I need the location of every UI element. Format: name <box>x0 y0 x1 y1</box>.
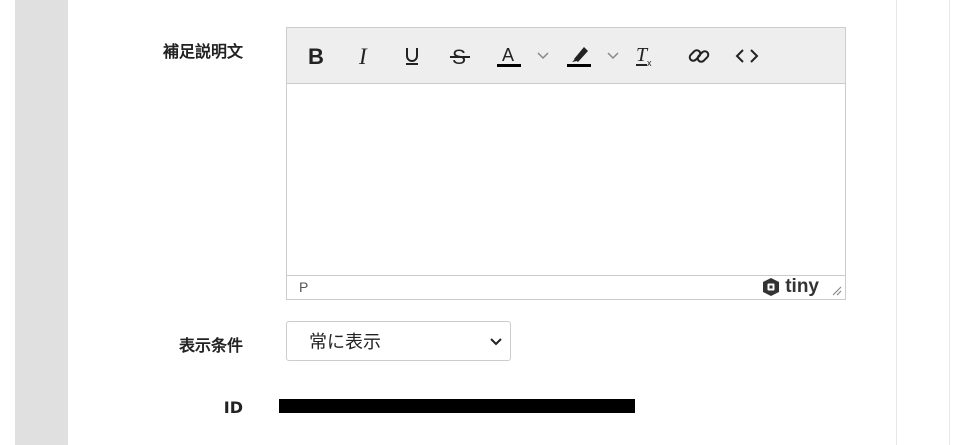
display-condition-value: 常に表示 <box>309 332 381 353</box>
display-condition-label: 表示条件 <box>178 336 243 355</box>
editor-statusbar: P tiny <box>287 275 845 299</box>
strikethrough-icon[interactable]: S <box>447 28 473 83</box>
tiny-brand-label: tiny <box>785 276 819 297</box>
element-path[interactable]: P <box>299 279 308 295</box>
clear-format-icon[interactable]: Tx <box>633 28 657 83</box>
highlight-color-icon[interactable] <box>565 28 593 83</box>
source-code-icon[interactable] <box>733 28 761 83</box>
panel-divider <box>896 0 897 445</box>
text-color-icon[interactable]: A <box>495 28 523 83</box>
display-condition-select[interactable]: 常に表示 <box>286 321 511 361</box>
chevron-down-icon[interactable] <box>536 28 550 83</box>
id-value-redacted <box>279 399 635 413</box>
description-label: 補足説明文 <box>162 42 243 61</box>
id-label: ID <box>223 398 243 417</box>
rich-text-editor: B I S A Tx P tiny <box>286 27 846 300</box>
resize-handle-icon[interactable] <box>830 284 842 296</box>
underline-icon[interactable] <box>401 28 423 83</box>
panel-divider <box>949 0 950 445</box>
left-gutter <box>15 0 68 445</box>
link-icon[interactable] <box>685 28 713 83</box>
svg-text:I: I <box>358 45 368 67</box>
chevron-down-icon <box>490 338 502 346</box>
editor-content-area[interactable] <box>287 84 845 275</box>
chevron-down-icon[interactable] <box>606 28 620 83</box>
bold-icon[interactable]: B <box>305 28 329 83</box>
tiny-logo-icon <box>763 278 780 296</box>
italic-icon[interactable]: I <box>355 28 375 83</box>
tiny-brand[interactable]: tiny <box>761 277 819 297</box>
svg-text:x: x <box>647 58 652 68</box>
svg-text:B: B <box>308 45 324 67</box>
editor-toolbar: B I S A Tx <box>287 28 845 84</box>
svg-text:A: A <box>502 45 514 65</box>
